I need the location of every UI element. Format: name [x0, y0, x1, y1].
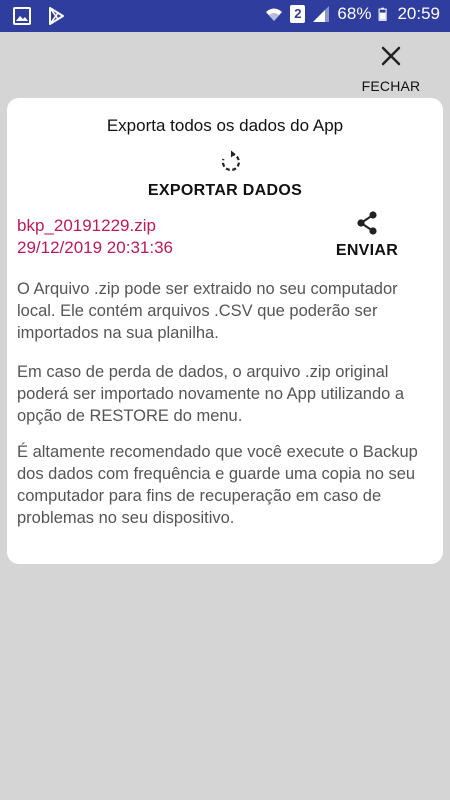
battery-icon	[379, 7, 388, 21]
battery-percent: 68%	[337, 4, 372, 23]
play-store-icon	[49, 7, 64, 25]
status-bar: 2 68% 20:59	[0, 0, 450, 32]
backup-file-name: bkp_20191229.zip	[17, 216, 156, 235]
info-paragraph-extract: O Arquivo .zip pode ser extraido no seu …	[17, 280, 398, 342]
export-refresh-icon[interactable]	[219, 150, 243, 174]
card-title: Exporta todos os dados do App	[106, 116, 344, 135]
wifi-icon	[266, 8, 283, 21]
export-data-button[interactable]: EXPORTAR DADOS	[7, 182, 443, 200]
signal-icon	[313, 6, 330, 22]
status-bar-right: 2 68% 20:59	[264, 4, 440, 24]
gallery-icon	[13, 7, 31, 25]
status-bar-left	[12, 6, 66, 26]
clock: 20:59	[397, 4, 440, 23]
sim-2-badge: 2	[290, 5, 306, 23]
close-button[interactable]: FECHAR	[356, 38, 426, 94]
export-card: Exporta todos os dados do App EXPORTAR D…	[7, 98, 443, 564]
info-paragraph-restore: Em caso de perda de dados, o arquivo .zi…	[17, 363, 405, 425]
send-button[interactable]: ENVIAR	[325, 242, 409, 260]
info-paragraph-recommendation: É altamente recomendado que você execute…	[17, 443, 418, 527]
close-label[interactable]: FECHAR	[356, 78, 426, 94]
backup-file-date: 29/12/2019 20:31:36	[17, 238, 173, 257]
share-icon[interactable]	[355, 210, 379, 236]
close-icon[interactable]	[377, 42, 405, 70]
